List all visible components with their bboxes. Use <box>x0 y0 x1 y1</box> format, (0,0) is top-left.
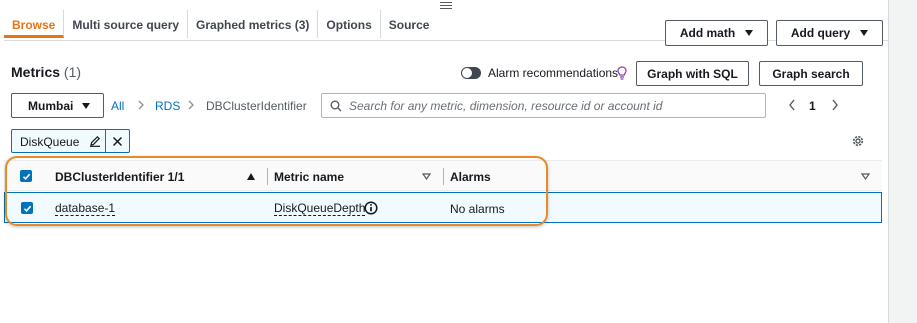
metrics-title-text: Metrics <box>11 64 61 80</box>
search-icon <box>330 100 342 111</box>
breadcrumb-all[interactable]: All <box>111 99 124 113</box>
gear-icon[interactable] <box>851 134 865 148</box>
sort-icon[interactable] <box>861 173 870 180</box>
metric-search <box>321 93 766 118</box>
metrics-title: Metrics (1) <box>11 64 81 80</box>
graph-search-label: Graph search <box>772 66 850 81</box>
column-divider[interactable] <box>443 168 444 185</box>
next-page-icon[interactable] <box>830 98 840 112</box>
add-query-button[interactable]: Add query <box>776 20 883 46</box>
filter-token: DiskQueue <box>11 129 130 153</box>
alarm-recommendations-toggle[interactable] <box>461 67 481 79</box>
column-header-metric-name[interactable]: Metric name <box>274 170 344 184</box>
caret-down-icon <box>745 30 754 36</box>
chevron-right-icon <box>188 100 194 110</box>
add-query-label: Add query <box>790 26 851 40</box>
column-header-dbclusteridentifier[interactable]: DBClusterIdentifier 1/1 <box>55 170 184 184</box>
column-divider[interactable] <box>267 168 268 185</box>
metric-search-input[interactable] <box>349 98 749 113</box>
select-all-checkbox[interactable] <box>20 170 32 182</box>
tab-multi-source-query[interactable]: Multi source query <box>64 10 189 38</box>
graph-with-sql-label: Graph with SQL <box>647 66 738 81</box>
graph-with-sql-button[interactable]: Graph with SQL <box>636 61 749 86</box>
chevron-right-icon <box>138 100 144 110</box>
side-panel-edge <box>888 0 917 323</box>
region-value: Mumbai <box>28 98 74 113</box>
previous-page-icon[interactable] <box>787 98 797 112</box>
toggle-knob <box>462 68 472 78</box>
breadcrumb-dbclusteridentifier: DBClusterIdentifier <box>206 99 307 113</box>
alarm-recommendations-label: Alarm recommendations <box>488 66 619 80</box>
resize-handle-icon[interactable] <box>440 0 452 9</box>
tab-browse[interactable]: Browse <box>4 10 65 38</box>
tab-source[interactable]: Source <box>381 10 438 38</box>
metrics-count: (1) <box>63 64 82 80</box>
lightbulb-icon[interactable] <box>616 66 628 80</box>
info-icon[interactable] <box>364 201 378 215</box>
db-cluster-identifier-value[interactable]: database-1 <box>55 202 116 216</box>
add-math-button[interactable]: Add math <box>665 20 768 46</box>
region-select[interactable]: Mumbai <box>11 93 104 118</box>
filter-token-label: DiskQueue <box>20 135 80 149</box>
cloudwatch-metrics-page: Browse Multi source query Graphed metric… <box>0 0 917 323</box>
edit-icon[interactable] <box>84 130 105 152</box>
tab-graphed-metrics[interactable]: Graphed metrics (3) <box>188 10 319 38</box>
column-header-alarms[interactable]: Alarms <box>450 170 491 184</box>
sort-ascending-icon[interactable] <box>247 173 255 180</box>
row-checkbox[interactable] <box>21 202 33 214</box>
tab-bar: Browse Multi source query Graphed metric… <box>4 10 437 40</box>
add-math-label: Add math <box>679 26 736 40</box>
remove-token-icon[interactable] <box>105 130 129 152</box>
graph-search-button[interactable]: Graph search <box>759 61 863 86</box>
tab-options[interactable]: Options <box>318 10 381 38</box>
breadcrumb-rds[interactable]: RDS <box>155 99 180 113</box>
metric-name-value[interactable]: DiskQueueDepth <box>274 202 366 216</box>
alarms-value: No alarms <box>450 202 505 216</box>
sort-icon[interactable] <box>422 173 431 180</box>
caret-down-icon <box>860 30 869 36</box>
caret-down-icon <box>82 102 90 109</box>
table-row[interactable]: database-1 DiskQueueDepth No alarms <box>4 192 882 223</box>
current-page[interactable]: 1 <box>809 99 816 113</box>
table-header: DBClusterIdentifier 1/1 Metric name Alar… <box>4 160 882 191</box>
